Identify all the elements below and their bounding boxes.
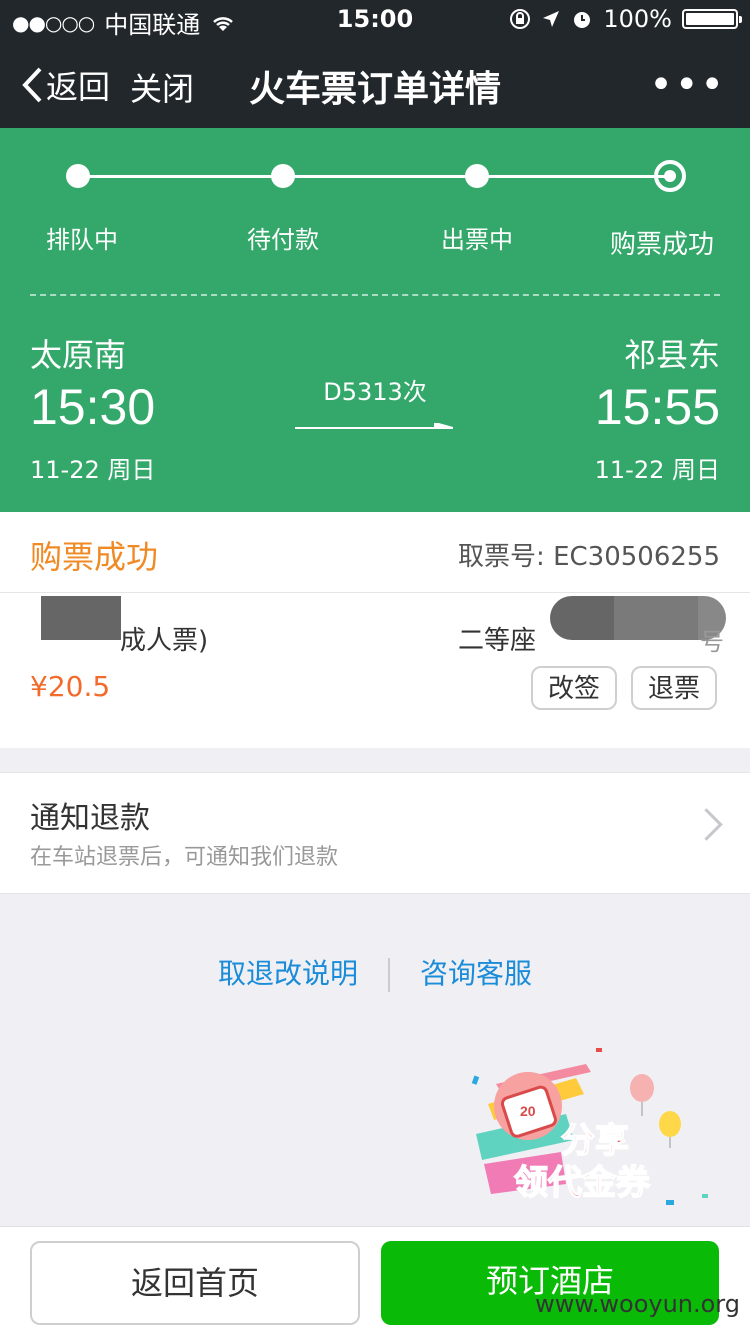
redacted-name xyxy=(41,596,121,640)
refund-notice-row[interactable]: 通知退款 在车站退票后，可通知我们退款 xyxy=(0,772,750,894)
share-coupon-banner[interactable]: 20 分享 领代金券 xyxy=(466,1044,716,1224)
redacted-seat-mid xyxy=(614,596,698,640)
arrow-right-icon xyxy=(295,423,453,429)
step-label-success: 购票成功 xyxy=(609,230,714,260)
pickup-value: EC30506255 xyxy=(553,542,720,572)
step-dot-success xyxy=(654,160,686,192)
more-button[interactable]: ••• xyxy=(649,62,726,108)
bottom-bar: 返回首页 预订酒店 xyxy=(0,1226,750,1335)
redacted-seat-left xyxy=(550,596,614,640)
arrival-date: 11-22 周日 xyxy=(594,456,720,484)
location-icon xyxy=(543,11,560,27)
link-separator xyxy=(388,958,390,992)
rules-link[interactable]: 取退改说明 xyxy=(218,957,358,990)
refund-ticket-button[interactable]: 退票 xyxy=(631,666,717,710)
step-label-issue: 出票中 xyxy=(441,226,513,254)
promo-badge: 20 xyxy=(520,1103,536,1119)
help-links: 取退改说明 咨询客服 xyxy=(0,952,750,992)
nav-bar: 返回 关闭 火车票订单详情 ••• xyxy=(0,40,750,128)
orientation-lock-icon xyxy=(510,9,531,29)
back-to-home-button[interactable]: 返回首页 xyxy=(30,1241,360,1325)
step-label-pay: 待付款 xyxy=(247,226,319,254)
page-title: 火车票订单详情 xyxy=(248,69,501,110)
refund-notice-subtitle: 在车站退票后，可通知我们退款 xyxy=(30,845,339,870)
status-bar: ●●○○○ 中国联通 15:00 100% xyxy=(0,0,750,40)
customer-service-link[interactable]: 咨询客服 xyxy=(420,957,532,990)
change-ticket-button[interactable]: 改签 xyxy=(531,666,617,710)
passenger-type: 成人票) xyxy=(120,626,209,656)
battery-percent: 100% xyxy=(603,5,672,33)
chevron-right-icon xyxy=(690,808,723,841)
pickup-number: 取票号: EC30506255 xyxy=(458,536,720,573)
from-station: 太原南 xyxy=(30,336,127,374)
step-dot-issue xyxy=(465,164,489,188)
battery-icon xyxy=(682,9,742,29)
progress-line xyxy=(78,175,670,178)
pickup-label: 取票号: xyxy=(458,542,545,572)
order-header: 排队中 待付款 出票中 购票成功 太原南 祁县东 15:30 15:55 11-… xyxy=(0,128,750,512)
promo-subtitle: 领代金券 xyxy=(514,1163,651,1203)
step-dot-queue xyxy=(66,164,90,188)
order-status: 购票成功 xyxy=(30,538,159,576)
promo-graphic: 20 分享 领代金券 xyxy=(471,1048,708,1205)
departure-date: 11-22 周日 xyxy=(30,456,156,484)
alarm-icon xyxy=(574,12,591,28)
battery-fill xyxy=(686,13,734,25)
ticket-price: ¥20.5 xyxy=(30,670,111,703)
seat-class: 二等座 xyxy=(458,626,537,656)
to-station: 祁县东 xyxy=(623,336,720,374)
seat-number-suffix: 号 xyxy=(700,628,724,656)
divider xyxy=(30,294,720,296)
watermark: www.wooyun.org xyxy=(535,1290,740,1318)
step-dot-pay xyxy=(271,164,295,188)
status-row: 购票成功 取票号: EC30506255 xyxy=(0,512,750,593)
step-label-queue: 排队中 xyxy=(46,226,118,254)
ticket-card: 购票成功 取票号: EC30506255 成人票) 二等座 号 ¥20.5 改签… xyxy=(0,512,750,748)
train-number: D5313次 xyxy=(323,378,427,406)
promo-title: 分享 xyxy=(561,1121,629,1161)
refund-notice-title: 通知退款 xyxy=(30,801,150,836)
